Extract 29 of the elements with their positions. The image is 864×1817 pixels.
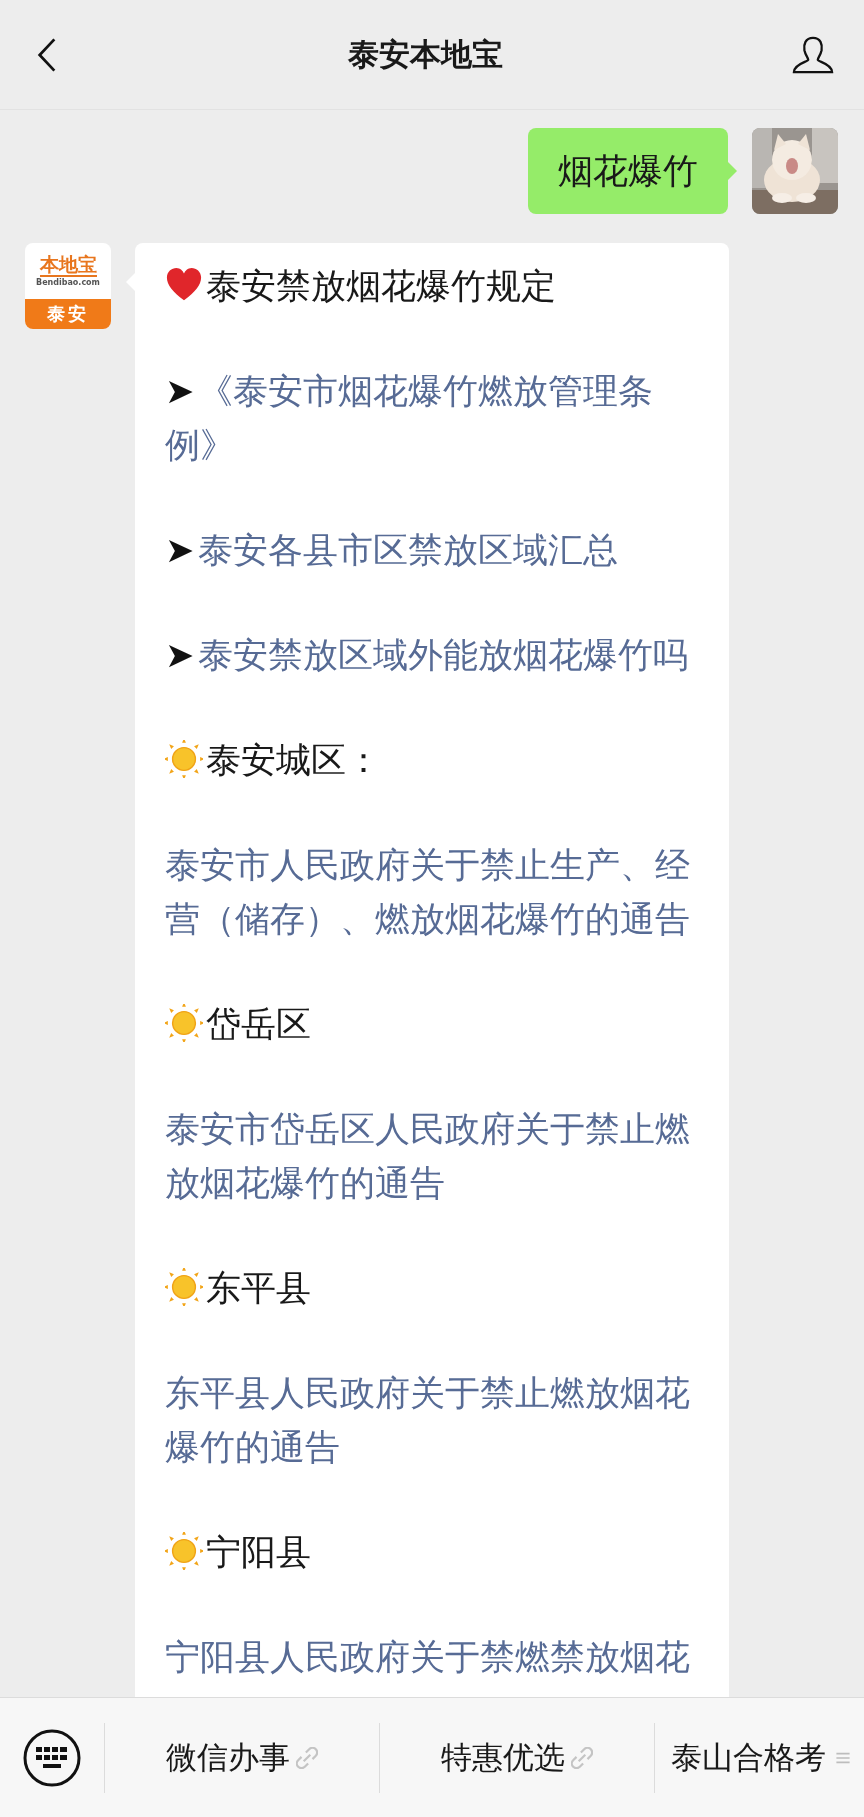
profile-icon[interactable]: [792, 34, 834, 75]
logo-city: 泰安: [25, 299, 111, 329]
article-link[interactable]: 泰安市人民政府关于禁止生产、经营（储存）、燃放烟花爆竹的通告: [165, 838, 709, 946]
sun-icon: [165, 1532, 203, 1570]
menu-item[interactable]: 微信办事: [105, 1698, 379, 1817]
sun-icon: [165, 1268, 203, 1306]
sun-icon: [165, 740, 203, 778]
section-heading: 岱岳区: [206, 1004, 311, 1044]
logo-brand: 本地宝: [39, 253, 97, 277]
menu-item[interactable]: 泰山合格考: [655, 1698, 864, 1817]
section-heading: 泰安城区：: [206, 740, 381, 780]
keyboard-icon[interactable]: [22, 1727, 82, 1788]
article-link[interactable]: 东平县人民政府关于禁止燃放烟花爆竹的通告: [165, 1366, 709, 1474]
article-link[interactable]: ➤泰安各县市区禁放区域汇总: [165, 523, 709, 577]
message-text: 烟花爆竹: [558, 150, 698, 193]
heading-text: 泰安禁放烟花爆竹规定: [206, 266, 556, 306]
article-link[interactable]: ➤《泰安市烟花爆竹燃放管理条例》: [165, 364, 709, 472]
section-heading: 宁阳县: [206, 1532, 311, 1572]
article-link[interactable]: 泰安市岱岳区人民政府关于禁止燃放烟花爆竹的通告: [165, 1102, 709, 1210]
sun-icon: [165, 1004, 203, 1042]
link-icon: [571, 1746, 593, 1769]
account-avatar[interactable]: 本地宝 Bendibao.com 泰安: [25, 243, 111, 329]
chat-title: 泰安本地宝: [347, 34, 503, 74]
article-link[interactable]: ➤泰安禁放区域外能放烟花爆竹吗: [165, 628, 709, 682]
article-link[interactable]: 宁阳县人民政府关于禁燃禁放烟花: [165, 1630, 709, 1684]
logo-site: Bendibao.com: [36, 277, 100, 289]
section-heading: 东平县: [206, 1268, 311, 1308]
menu-item[interactable]: 特惠优选: [380, 1698, 654, 1817]
link-icon: [296, 1746, 318, 1769]
